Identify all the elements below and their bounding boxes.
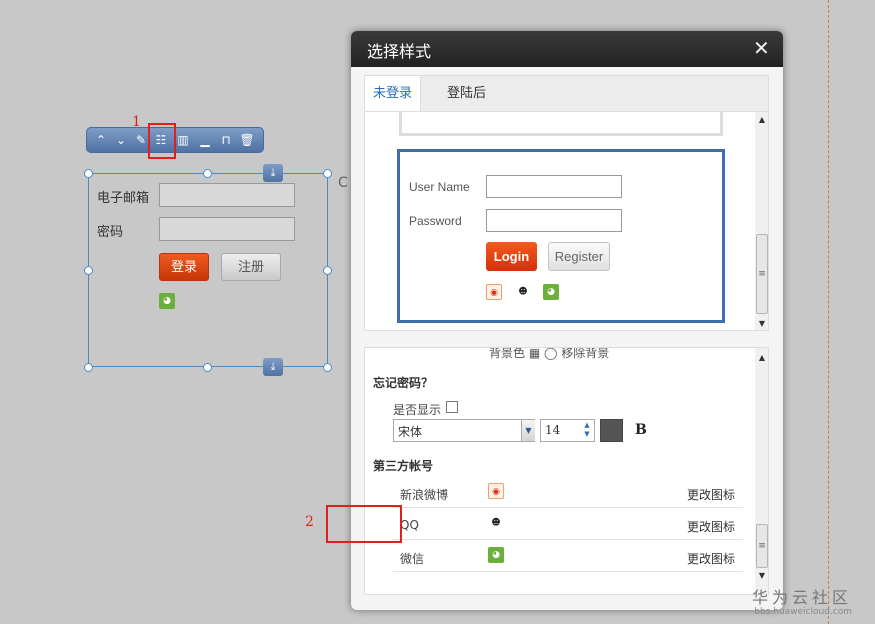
- anchor-down-icon[interactable]: ⤓: [263, 164, 283, 182]
- account-name: 新浪微博: [400, 488, 449, 502]
- resize-handle[interactable]: [84, 266, 93, 275]
- wechat-icon: ◕: [543, 284, 559, 300]
- tab-not-logged-in[interactable]: 未登录: [365, 76, 422, 112]
- font-size-stepper[interactable]: 14 ▲ ▼: [540, 419, 595, 442]
- dialog-header: 选择样式 ✕: [351, 31, 783, 67]
- resize-handle[interactable]: [84, 363, 93, 372]
- annotation-number-2: 2: [305, 514, 314, 530]
- columns-icon[interactable]: ▥: [175, 132, 191, 148]
- account-row-wechat: 微信 ◕ 更改图标: [393, 540, 743, 572]
- account-name: QQ: [400, 518, 419, 532]
- align-bottom-icon[interactable]: ▁: [197, 132, 213, 148]
- username-field: [486, 175, 622, 198]
- dashed-guide-line: [828, 0, 829, 624]
- account-row-weibo: 新浪微博 ◉ 更改图标: [393, 476, 743, 508]
- resize-handle[interactable]: [323, 169, 332, 178]
- style-option-previous[interactable]: [399, 112, 723, 136]
- register-button-preview: Register: [548, 242, 610, 271]
- resize-handle[interactable]: [84, 169, 93, 178]
- annotation-number-1: 1: [132, 114, 141, 130]
- style-preview-pane: User Name Password Login Register ◉ ☻ ◕ …: [364, 111, 769, 331]
- qq-icon: ☻: [491, 518, 501, 528]
- font-family-select[interactable]: 宋体 ▼: [393, 419, 535, 442]
- watermark-title: 华为云社区: [752, 588, 853, 607]
- settings-scrollbar[interactable]: ▲ ≡ ▼: [755, 348, 768, 594]
- change-icon-link[interactable]: 更改图标: [687, 550, 735, 567]
- background-color-row: 背景色 ▦ ◯ 移除背景: [489, 347, 610, 360]
- font-size-value: 14: [545, 423, 561, 437]
- annotation-box-1: [148, 123, 176, 159]
- password-field: [486, 209, 622, 232]
- annotation-box-2: [326, 505, 402, 543]
- font-family-value: 宋体: [398, 425, 423, 439]
- preview-scrollbar[interactable]: ▲ ≡ ▼: [755, 112, 768, 330]
- font-color-swatch[interactable]: [600, 419, 623, 442]
- resize-handle[interactable]: [323, 363, 332, 372]
- change-icon-link[interactable]: 更改图标: [687, 486, 735, 503]
- scroll-up-icon[interactable]: ▲: [755, 114, 768, 126]
- register-button[interactable]: 注册: [221, 253, 281, 281]
- email-field[interactable]: [159, 183, 295, 207]
- weibo-icon: ◉: [488, 483, 504, 499]
- scroll-thumb[interactable]: ≡: [756, 234, 768, 314]
- password-label: 密码: [97, 225, 124, 240]
- chevron-down-icon[interactable]: ⌄: [113, 132, 129, 148]
- dialog-title: 选择样式: [367, 42, 432, 61]
- scroll-up-icon[interactable]: ▲: [755, 352, 768, 364]
- password-label: Password: [409, 214, 462, 228]
- weibo-icon: ◉: [486, 284, 502, 300]
- qq-icon: ☻: [518, 287, 528, 297]
- style-option-selected[interactable]: User Name Password Login Register ◉ ☻ ◕: [397, 149, 725, 323]
- watermark-url: bbs.huaweicloud.com: [754, 607, 853, 617]
- scroll-down-icon[interactable]: ▼: [755, 570, 768, 582]
- partial-text-fragment: C: [338, 175, 348, 191]
- account-row-qq: QQ ☻ 更改图标: [393, 508, 743, 540]
- watermark: 华为云社区 bbs.huaweicloud.com: [752, 584, 852, 617]
- forgot-password-title: 忘记密码？: [373, 376, 434, 390]
- password-field[interactable]: [159, 217, 295, 241]
- show-checkbox[interactable]: [446, 401, 458, 413]
- tab-bar: 未登录 登陆后: [364, 75, 769, 112]
- login-widget[interactable]: ⤓ ⤓ 电子邮箱 密码 登录 注册 ◕: [84, 164, 332, 376]
- wechat-icon: ◕: [488, 547, 504, 563]
- email-label: 电子邮箱: [97, 191, 150, 206]
- select-style-dialog: 选择样式 ✕ 未登录 登陆后 User Name Password Login …: [351, 31, 783, 610]
- resize-handle[interactable]: [323, 266, 332, 275]
- account-name: 微信: [400, 552, 425, 566]
- trash-icon[interactable]: 🗑: [239, 132, 255, 148]
- username-label: User Name: [409, 180, 470, 194]
- edit-icon[interactable]: ✎: [133, 132, 149, 148]
- bold-button[interactable]: B: [635, 422, 647, 438]
- scroll-down-icon[interactable]: ▼: [755, 318, 768, 330]
- scroll-thumb[interactable]: ≡: [756, 524, 768, 568]
- chevron-down-icon[interactable]: ▼: [521, 420, 535, 441]
- resize-handle[interactable]: [203, 169, 212, 178]
- resize-handle[interactable]: [203, 363, 212, 372]
- chevron-up-icon[interactable]: ⌃: [93, 132, 109, 148]
- show-label: 是否显示: [393, 403, 442, 417]
- style-settings-pane: 背景色 ▦ ◯ 移除背景 忘记密码？ 是否显示 宋体 ▼ 14 ▲ ▼ B 第三方…: [364, 347, 769, 595]
- login-button-preview: Login: [486, 242, 537, 271]
- unlock-icon[interactable]: ⊓: [218, 132, 234, 148]
- close-icon[interactable]: ✕: [753, 36, 770, 60]
- stepper-arrows-icon[interactable]: ▲ ▼: [580, 421, 594, 440]
- anchor-down-icon[interactable]: ⤓: [263, 358, 283, 376]
- login-button[interactable]: 登录: [159, 253, 209, 281]
- wechat-icon[interactable]: ◕: [159, 293, 175, 309]
- tab-logged-in[interactable]: 登陆后: [439, 76, 494, 112]
- change-icon-link[interactable]: 更改图标: [687, 518, 735, 535]
- third-party-title: 第三方帐号: [373, 459, 434, 473]
